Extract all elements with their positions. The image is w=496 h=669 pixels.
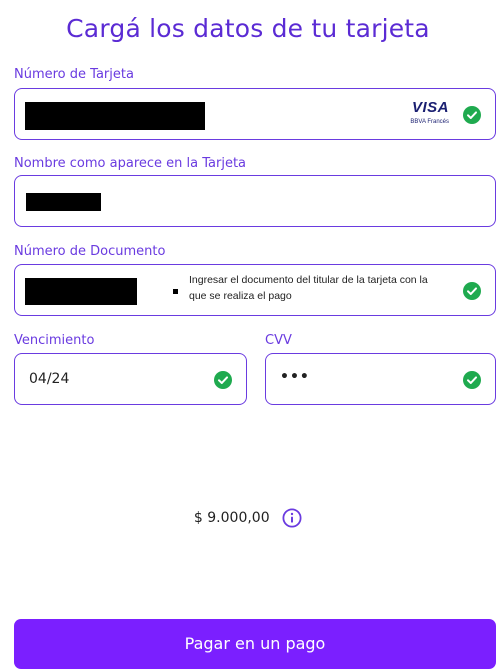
cardholder-value-redacted bbox=[26, 193, 101, 211]
bank-logo: BBVA Francés bbox=[410, 119, 449, 125]
check-circle-icon bbox=[463, 106, 481, 124]
document-value-redacted bbox=[25, 278, 137, 305]
cardholder-field[interactable] bbox=[14, 175, 496, 227]
check-circle-icon bbox=[214, 371, 232, 389]
check-circle-icon bbox=[463, 371, 481, 389]
expiry-field[interactable]: 04/24 bbox=[14, 353, 247, 405]
document-label: Número de Documento bbox=[14, 244, 166, 259]
visa-logo: VISA bbox=[411, 99, 449, 116]
bullet-marker bbox=[173, 289, 178, 294]
cvv-value: ••• bbox=[280, 369, 310, 385]
amount-value: $ 9.000,00 bbox=[193, 510, 270, 526]
info-icon[interactable] bbox=[282, 508, 302, 528]
check-circle-icon bbox=[463, 282, 481, 300]
document-field[interactable]: Ingresar el documento del titular de la … bbox=[14, 264, 496, 316]
cvv-field[interactable]: ••• bbox=[265, 353, 496, 405]
card-brand-logo: VISA BBVA Francés bbox=[410, 99, 449, 125]
card-number-field[interactable]: VISA BBVA Francés bbox=[14, 88, 496, 140]
expiry-label: Vencimiento bbox=[14, 333, 95, 348]
cardholder-label: Nombre como aparece en la Tarjeta bbox=[14, 156, 247, 171]
document-hint: Ingresar el documento del titular de la … bbox=[189, 274, 428, 302]
cvv-label: CVV bbox=[265, 333, 292, 348]
card-number-label: Número de Tarjeta bbox=[14, 67, 134, 82]
amount-row: $ 9.000,00 bbox=[0, 508, 496, 528]
card-number-value-redacted bbox=[25, 102, 205, 130]
expiry-value: 04/24 bbox=[29, 371, 70, 387]
page-title: Cargá los datos de tu tarjeta bbox=[66, 14, 430, 43]
